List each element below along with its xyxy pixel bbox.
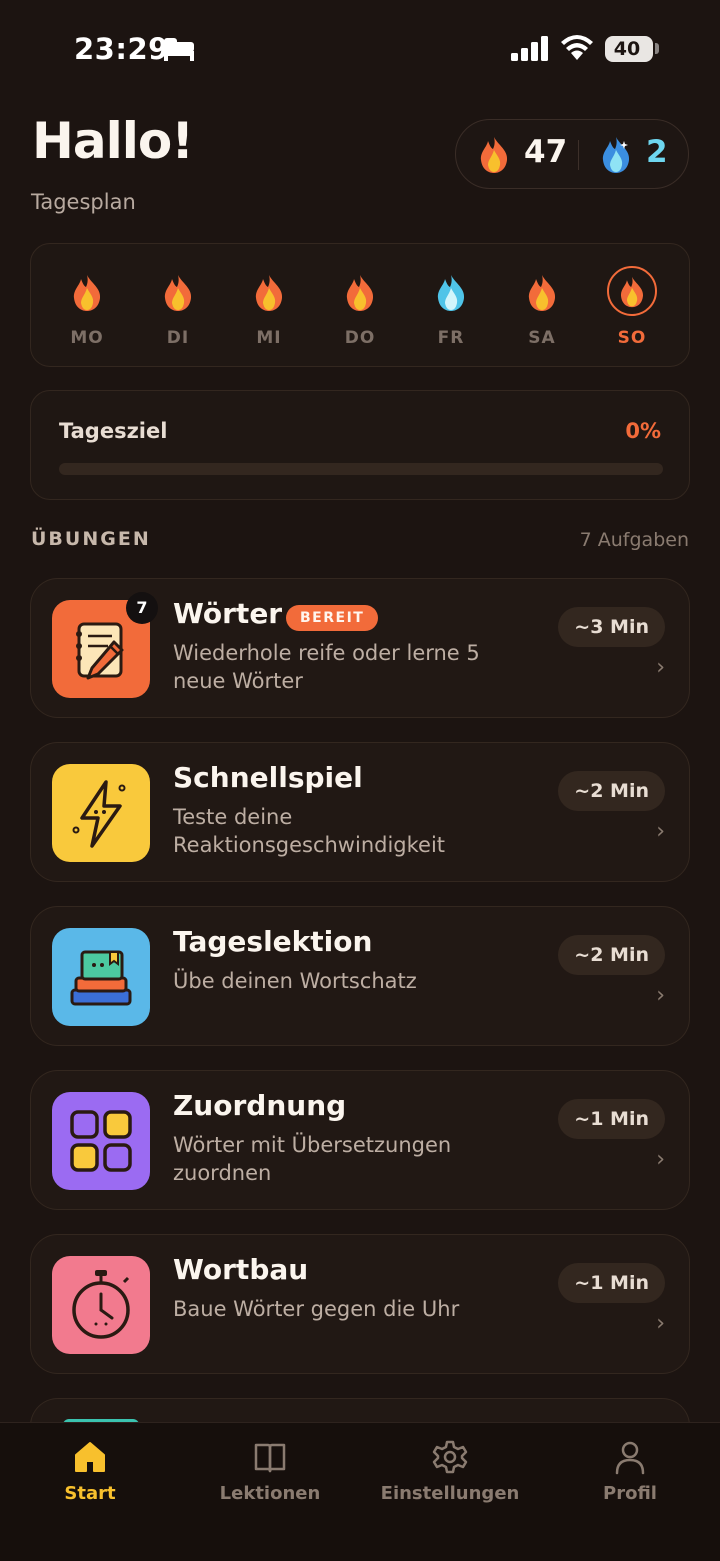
exercise-icon-tile (52, 1256, 150, 1354)
battery-level: 40 (613, 38, 641, 60)
wifi-icon (561, 35, 593, 60)
day-label: DI (166, 328, 190, 348)
chevron-right-icon: › (656, 819, 665, 844)
day-mo: MO (52, 264, 122, 354)
duration-chip: ~2 Min (558, 771, 665, 811)
day-fr: FR (416, 264, 486, 354)
goal-progress-bar (59, 463, 663, 475)
page-subtitle: Tagesplan (31, 190, 136, 214)
nav-profil[interactable]: Profil (540, 1439, 720, 1519)
exercise-description: Teste deine Reaktionsgeschwindigkeit (173, 805, 446, 857)
day-label: SO (617, 328, 647, 348)
day-label: DO (344, 328, 376, 348)
streak-count: 47 (524, 134, 568, 170)
exercise-card-schnellspiel[interactable]: Schnellspiel Teste deine Reaktionsgeschw… (30, 742, 690, 882)
flame-icon (255, 275, 283, 311)
water-count: 2 (646, 134, 668, 170)
day-label: MI (256, 328, 282, 348)
nav-einstellungen[interactable]: Einstellungen (360, 1439, 540, 1519)
section-title: ÜBUNGEN (31, 528, 151, 550)
nav-label: Start (64, 1483, 116, 1504)
day-di: DI (143, 264, 213, 354)
flame-icon (528, 275, 556, 311)
grid-icon (70, 1110, 132, 1172)
water-drop-icon (437, 275, 465, 311)
duration-chip: ~1 Min (558, 1263, 665, 1303)
nav-label: Lektionen (219, 1483, 321, 1504)
nav-lektionen[interactable]: Lektionen (180, 1439, 360, 1519)
duration-chip: ~2 Min (558, 935, 665, 975)
flame-icon (346, 275, 374, 311)
duration-chip: ~1 Min (558, 1099, 665, 1139)
flame-icon (164, 275, 192, 311)
goal-label: Tagesziel (59, 419, 168, 443)
exercise-card-zuordnung[interactable]: Zuordnung Wörter mit Übersetzungen zuord… (30, 1070, 690, 1210)
stopwatch-icon (72, 1270, 130, 1339)
battery-tip (655, 43, 659, 54)
home-icon (75, 1442, 105, 1472)
nav-start[interactable]: Start (0, 1439, 180, 1519)
count-badge: 7 (126, 592, 158, 624)
bed-icon (164, 38, 194, 61)
day-sa: SA (507, 264, 577, 354)
divider (578, 140, 579, 170)
nav-label: Profil (603, 1483, 657, 1504)
goal-percent: 0% (625, 419, 661, 443)
chevron-right-icon: › (656, 1311, 665, 1336)
flame-icon (620, 276, 644, 308)
day-label: SA (528, 328, 556, 348)
exercise-title: Zuordnung (173, 1089, 347, 1122)
chevron-right-icon: › (656, 655, 665, 680)
chevron-right-icon: › (656, 1147, 665, 1172)
ready-badge: BEREIT (286, 605, 379, 631)
exercise-description: Übe deinen Wortschatz (173, 969, 417, 993)
section-count: 7 Aufgaben (579, 529, 689, 551)
page-title: Hallo! (32, 112, 194, 170)
exercise-title: Wörter (173, 597, 283, 630)
exercise-card-woerter[interactable]: 7 Wörter BEREIT Wiederhole reife oder le… (30, 578, 690, 718)
daily-goal-card: Tagesziel 0% (30, 390, 690, 500)
exercise-card-tageslektion[interactable]: Tageslektion Übe deinen Wortschatz ~2 Mi… (30, 906, 690, 1046)
gear-icon (432, 1440, 468, 1474)
flame-icon (480, 137, 508, 173)
day-do: DO (325, 264, 395, 354)
week-streak-card: MO DI MI DO FR SA SO (30, 243, 690, 367)
chevron-right-icon: › (656, 983, 665, 1008)
nav-label: Einstellungen (380, 1483, 520, 1504)
exercise-icon-tile (52, 1092, 150, 1190)
exercise-icon-tile (52, 764, 150, 862)
status-time: 23:29 (74, 32, 169, 66)
signal-icon (511, 36, 548, 61)
bottom-navigation: Start Lektionen Einstellungen Profil (0, 1422, 720, 1561)
water-drop-icon (602, 137, 630, 173)
exercise-title: Tageslektion (173, 925, 373, 958)
lightning-icon (72, 780, 126, 848)
exercise-description: Baue Wörter gegen die Uhr (173, 1297, 460, 1321)
exercise-title: Wortbau (173, 1253, 309, 1286)
book-icon (254, 1443, 286, 1473)
status-bar: 23:29 40 (0, 0, 720, 100)
flame-icon (73, 275, 101, 311)
exercise-description: Wiederhole reife oder lerne 5 neue Wörte… (173, 641, 480, 693)
exercise-icon-tile (52, 928, 150, 1026)
day-label: MO (70, 328, 104, 348)
book-stack-icon (70, 950, 132, 1006)
day-label: FR (437, 328, 465, 348)
person-icon (615, 1441, 645, 1475)
streak-pill[interactable]: 47 2 (455, 119, 689, 189)
duration-chip: ~3 Min (558, 607, 665, 647)
battery-indicator: 40 (605, 36, 653, 62)
exercise-description: Wörter mit Übersetzungen zuordnen (173, 1133, 452, 1185)
exercise-title: Schnellspiel (173, 761, 363, 794)
day-mi: MI (234, 264, 304, 354)
day-so-today: SO (597, 264, 667, 354)
exercise-card-wortbau[interactable]: Wortbau Baue Wörter gegen die Uhr ~1 Min… (30, 1234, 690, 1374)
